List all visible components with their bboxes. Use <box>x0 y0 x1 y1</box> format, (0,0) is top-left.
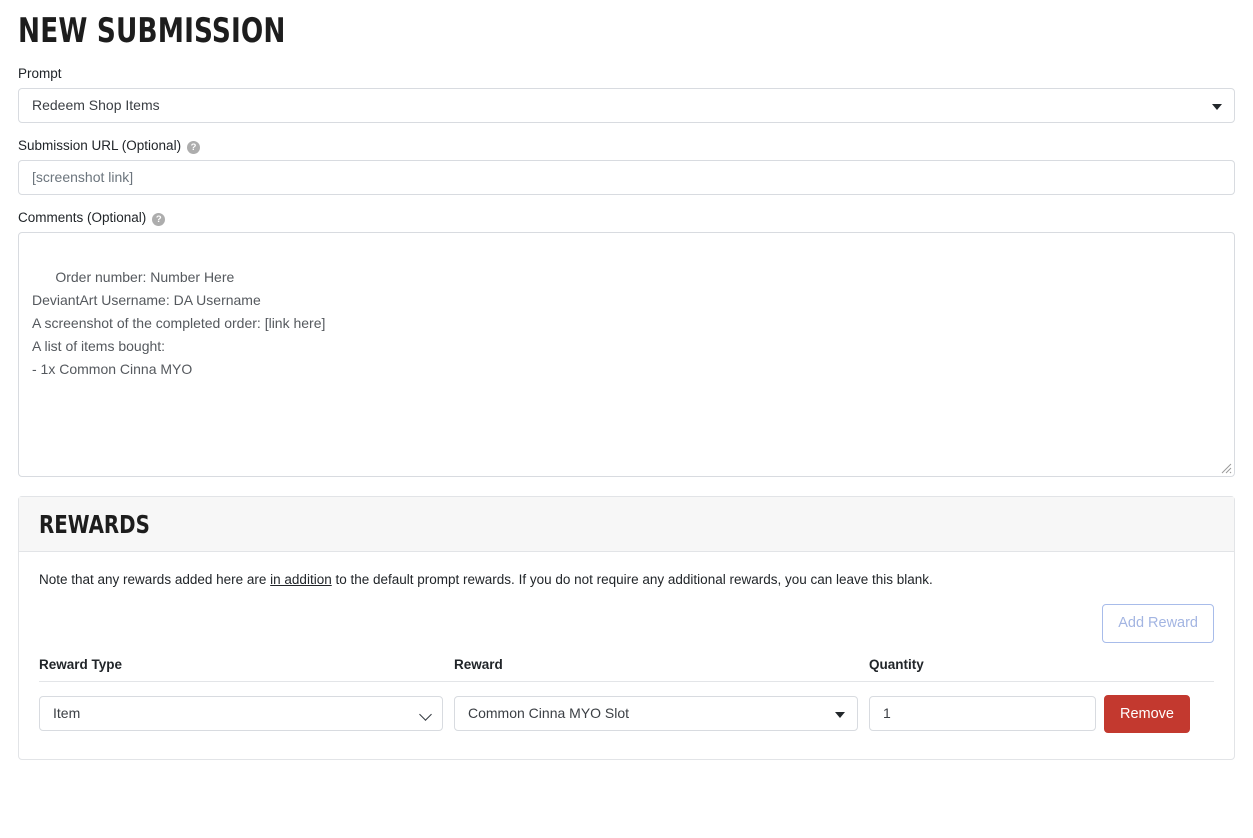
comments-field-group: Comments (Optional) ? Order number: Numb… <box>18 209 1235 477</box>
quantity-input[interactable]: 1 <box>869 696 1096 732</box>
prompt-label: Prompt <box>18 65 1235 83</box>
chevron-down-icon <box>419 707 432 721</box>
rewards-card: REWARDS Note that any rewards added here… <box>18 496 1235 760</box>
page-title: NEW SUBMISSION <box>18 11 286 51</box>
column-header-reward-type: Reward Type <box>39 656 454 682</box>
resize-handle-icon[interactable] <box>1219 461 1232 474</box>
prompt-select[interactable]: Redeem Shop Items <box>18 88 1235 123</box>
submission-url-input[interactable]: [screenshot link] <box>18 160 1235 195</box>
quantity-input-value: 1 <box>883 705 891 722</box>
column-header-quantity: Quantity <box>869 656 1104 682</box>
rewards-heading: REWARDS <box>39 510 150 539</box>
help-circle-icon[interactable]: ? <box>152 212 166 226</box>
prompt-field-group: Prompt Redeem Shop Items <box>18 65 1235 123</box>
reward-select[interactable]: Common Cinna MYO Slot <box>454 696 858 732</box>
table-row: Item Common Cinna MYO Slot 1 Remove <box>39 681 1214 733</box>
rewards-table: Reward Type Reward Quantity Item Common … <box>39 656 1214 733</box>
reward-select-value: Common Cinna MYO Slot <box>468 705 630 722</box>
rewards-card-body: Note that any rewards added here are in … <box>19 552 1234 759</box>
submission-url-label-text: Submission URL (Optional) <box>18 138 182 153</box>
reward-type-select[interactable]: Item <box>39 696 443 732</box>
submission-url-field-group: Submission URL (Optional) ? [screenshot … <box>18 137 1235 195</box>
prompt-label-text: Prompt <box>18 66 62 81</box>
add-reward-row: Add Reward <box>39 604 1214 643</box>
help-circle-icon[interactable]: ? <box>187 140 201 154</box>
rewards-table-head: Reward Type Reward Quantity <box>39 656 1214 682</box>
rewards-note-emphasis: in addition <box>270 572 332 587</box>
rewards-note-prefix: Note that any rewards added here are <box>39 572 271 587</box>
comments-textarea[interactable]: Order number: Number Here DeviantArt Use… <box>18 232 1235 477</box>
column-header-actions <box>1104 656 1214 682</box>
chevron-down-icon <box>1212 103 1222 110</box>
cell-reward: Common Cinna MYO Slot <box>454 681 869 733</box>
prompt-select-value: Redeem Shop Items <box>32 97 160 113</box>
submission-url-label: Submission URL (Optional) ? <box>18 137 1235 155</box>
remove-reward-button[interactable]: Remove <box>1104 694 1190 733</box>
rewards-table-body: Item Common Cinna MYO Slot 1 Remove <box>39 681 1214 733</box>
add-reward-button[interactable]: Add Reward <box>1102 604 1214 643</box>
chevron-down-icon <box>835 711 845 718</box>
comments-label: Comments (Optional) ? <box>18 209 1235 227</box>
rewards-note-suffix: to the default prompt rewards. If you do… <box>331 572 933 587</box>
reward-type-select-value: Item <box>53 705 81 722</box>
new-submission-page: NEW SUBMISSION Prompt Redeem Shop Items … <box>0 11 1253 760</box>
comments-textarea-value: Order number: Number Here DeviantArt Use… <box>32 269 326 377</box>
rewards-card-header: REWARDS <box>19 497 1234 552</box>
rewards-note: Note that any rewards added here are in … <box>39 570 1214 590</box>
table-header-row: Reward Type Reward Quantity <box>39 656 1214 682</box>
cell-reward-type: Item <box>39 681 454 733</box>
column-header-reward: Reward <box>454 656 869 682</box>
cell-actions: Remove <box>1104 681 1214 733</box>
cell-quantity: 1 <box>869 681 1104 733</box>
submission-url-input-value: [screenshot link] <box>32 169 134 185</box>
comments-label-text: Comments (Optional) <box>18 210 147 225</box>
